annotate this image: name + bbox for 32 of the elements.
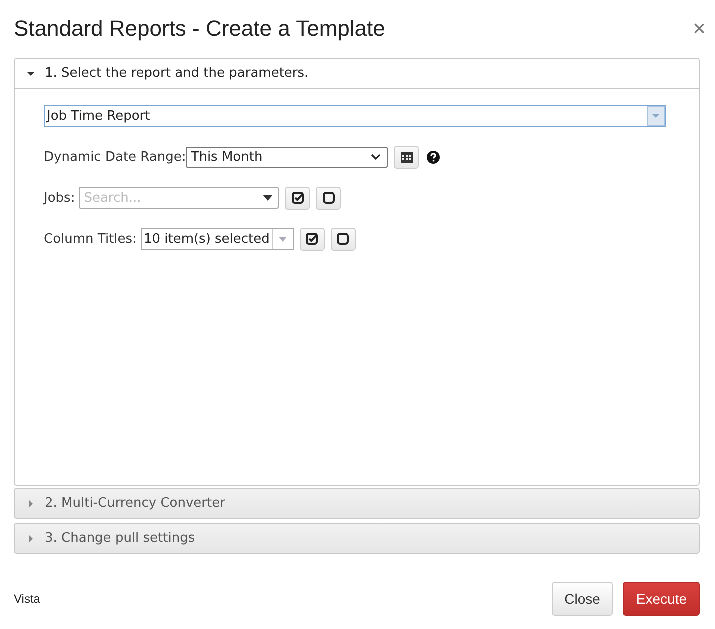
checkbox-empty-icon [322,192,335,204]
accordion-header[interactable]: 2. Multi-Currency Converter [15,489,699,518]
field-label: Jobs: [44,190,76,206]
deselect-all-button[interactable] [330,228,356,250]
caret-down-icon[interactable] [263,195,274,201]
field-label: Dynamic Date Range: [44,150,186,164]
calendar-icon [400,151,413,163]
close-button[interactable]: × [693,16,706,42]
caret-down-icon [278,236,287,242]
deselect-all-button[interactable] [316,186,342,210]
footer-label: Vista [14,592,40,606]
column-titles-select[interactable]: 10 item(s) selected [140,228,294,250]
caret-icon [27,500,35,508]
select-all-button[interactable] [300,228,325,250]
caret-icon [27,70,35,78]
execute-button[interactable]: Execute [623,582,700,616]
date-range-select[interactable]: This Month [186,146,388,168]
calendar-button[interactable] [394,146,420,168]
checkbox-checked-icon [292,192,304,204]
checkbox-empty-icon [337,233,350,245]
report-combobox[interactable]: Job Time Report [44,105,666,127]
jobs-search-field[interactable]: Search... [79,187,280,209]
help-icon[interactable] [427,150,440,164]
caret-icon [27,534,35,542]
close-button[interactable]: Close [552,582,614,616]
dialog-title: Standard Reports - Create a Template [14,16,386,42]
field-label: Column Titles: [44,232,137,246]
checkbox-checked-icon [306,233,318,245]
accordion-header[interactable]: 3. Change pull settings [15,524,699,553]
chevron-down-icon [371,154,382,160]
select-all-button[interactable] [285,186,310,210]
accordion-header[interactable]: 1. Select the report and the parameters. [15,59,699,89]
